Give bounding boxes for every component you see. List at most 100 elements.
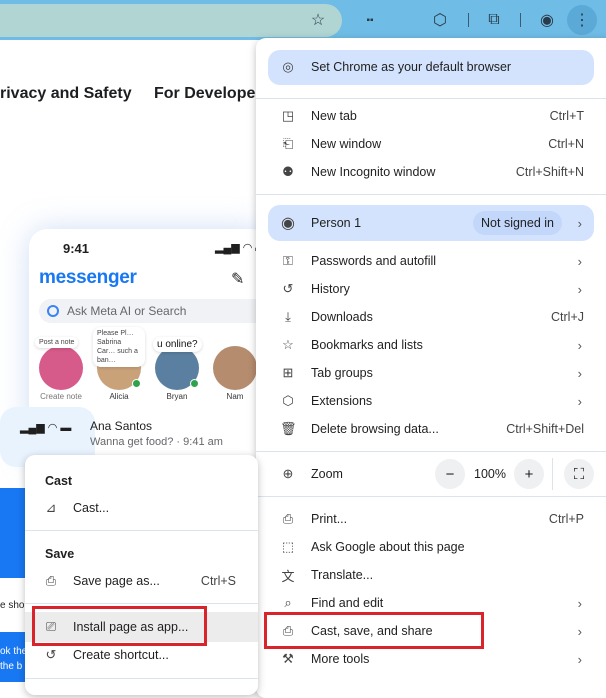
menu-item-label: Delete browsing data... bbox=[311, 422, 439, 436]
online-dot bbox=[190, 379, 199, 388]
default-browser-label: Set Chrome as your default browser bbox=[311, 60, 512, 74]
divider bbox=[552, 458, 553, 490]
menu-item-new-incognito-window[interactable]: ⚉ New Incognito window Ctrl+Shift+N bbox=[256, 158, 606, 186]
divider bbox=[256, 98, 606, 99]
nav-developers[interactable]: For Developer bbox=[154, 85, 262, 103]
cast-header: Cast bbox=[45, 474, 73, 488]
menu-item-more-tools[interactable]: ⚒ More tools › bbox=[256, 645, 606, 673]
create-shortcut-label: Create shortcut... bbox=[73, 648, 169, 662]
note-bubble: u online? bbox=[153, 337, 202, 352]
menu-item-history[interactable]: ↺ History › bbox=[256, 275, 606, 303]
menu-item-translate[interactable]: 文 Translate... bbox=[256, 561, 606, 589]
new-window-icon: ⎗ bbox=[282, 136, 294, 151]
menu-item-label: Passwords and autofill bbox=[311, 254, 437, 268]
zoom-in-button[interactable]: + bbox=[514, 459, 544, 489]
save-header: Save bbox=[45, 547, 75, 561]
chevron-right-icon: › bbox=[577, 393, 582, 409]
chevron-right-icon: › bbox=[577, 281, 582, 297]
search-placeholder: Ask Meta AI or Search bbox=[67, 304, 187, 318]
contact-name: Create note bbox=[40, 392, 82, 401]
fullscreen-button[interactable]: ⛶ bbox=[564, 459, 594, 489]
profile-row: ◉ Person 1 Not signed in › bbox=[256, 209, 606, 237]
print-icon: ⎙ bbox=[282, 511, 294, 526]
more-tools-icon: ⚒ bbox=[282, 651, 294, 666]
chevron-right-icon: › bbox=[577, 623, 582, 639]
cast-save-share-submenu: Cast ⊿ Cast... Save ⎙ Save page as... Ctrl+… bbox=[25, 455, 258, 695]
audio-wave-tile bbox=[0, 488, 26, 578]
zoom-out-button[interactable]: − bbox=[435, 459, 465, 489]
person-label: Person 1 bbox=[311, 216, 362, 230]
highlight-box-cast-save-share bbox=[264, 612, 484, 649]
note-bubble: Post a note bbox=[35, 337, 79, 348]
page-text: ok the bbox=[0, 646, 28, 657]
cast-item[interactable]: ⊿ Cast... bbox=[25, 494, 258, 522]
menu-item-delete-browsing-data[interactable]: 🗑 Delete browsing data... Ctrl+Shift+Del bbox=[256, 415, 606, 443]
extensions-icon[interactable]: ⬡ bbox=[428, 8, 452, 32]
phone-time: 9:41 bbox=[63, 241, 90, 256]
shortcut: Ctrl+Shift+Del bbox=[506, 422, 584, 436]
chevron-right-icon: › bbox=[577, 595, 582, 611]
sign-in-status: Not signed in bbox=[473, 211, 562, 235]
more-icon[interactable]: ⋮ bbox=[567, 5, 597, 35]
default-browser-row: ◎ Set Chrome as your default browser bbox=[256, 53, 606, 81]
divider bbox=[256, 194, 606, 195]
menu-item-downloads[interactable]: ⤓ Downloads Ctrl+J bbox=[256, 303, 606, 331]
menu-item-extensions[interactable]: ⬡ Extensions › bbox=[256, 387, 606, 415]
compose-icon: ✎ bbox=[231, 271, 245, 288]
menu-item-label: Tab groups bbox=[311, 366, 373, 380]
delete-browsing-data-icon: 🗑 bbox=[280, 421, 297, 436]
page-text: e sho bbox=[0, 600, 25, 611]
divider bbox=[25, 678, 258, 679]
menu-item-print[interactable]: ⎙ Print... Ctrl+P bbox=[256, 505, 606, 533]
bookmarks-and-lists-icon: ☆ bbox=[282, 337, 294, 352]
divider bbox=[256, 451, 606, 452]
chat-item: Ana Santos Wanna get food? · 9:41 am bbox=[90, 419, 223, 448]
meta-search: Ask Meta AI or Search bbox=[39, 299, 269, 323]
translate-icon: 文 bbox=[281, 568, 295, 584]
toolbar-divider bbox=[468, 13, 469, 27]
divider bbox=[25, 530, 258, 531]
chat-preview: Wanna get food? · 9:41 am bbox=[90, 436, 223, 448]
reading-list-icon[interactable]: ⧉ bbox=[482, 8, 506, 32]
save-page-item[interactable]: ⎙ Save page as... Ctrl+S bbox=[25, 567, 258, 595]
meta-ai-icon bbox=[47, 305, 59, 317]
nav-privacy[interactable]: rivacy and Safety bbox=[0, 85, 132, 103]
chevron-right-icon: › bbox=[577, 365, 582, 381]
contact-name: Bryan bbox=[166, 392, 188, 401]
shortcut: Ctrl+T bbox=[549, 109, 584, 123]
menu-item-label: Translate... bbox=[311, 568, 374, 582]
downloads-icon: ⤓ bbox=[285, 309, 291, 324]
address-bar[interactable] bbox=[0, 4, 342, 37]
highlight-box-install-app bbox=[32, 606, 207, 646]
menu-item-passwords-and-autofill[interactable]: ⚿ Passwords and autofill › bbox=[256, 247, 606, 275]
menu-item-bookmarks-and-lists[interactable]: ☆ Bookmarks and lists › bbox=[256, 331, 606, 359]
save-page-label: Save page as... bbox=[73, 574, 160, 588]
shortcut: Ctrl+S bbox=[200, 574, 236, 588]
profile-icon[interactable]: ◉ bbox=[535, 8, 559, 32]
menu-item-label: Ask Google about this page bbox=[311, 540, 465, 554]
status-icons: ▂▄▆ ◠ ▬ bbox=[20, 422, 72, 434]
star-icon[interactable]: ☆ bbox=[306, 8, 330, 32]
menu-item-tab-groups[interactable]: ⊞ Tab groups › bbox=[256, 359, 606, 387]
zoom-icon: ⊕ bbox=[282, 466, 294, 481]
chat-name: Ana Santos bbox=[90, 419, 153, 433]
menu-item-label: History bbox=[311, 282, 350, 296]
menu-item-label: Find and edit bbox=[311, 596, 384, 610]
menu-item-new-tab[interactable]: ◳ New tab Ctrl+T bbox=[256, 102, 606, 130]
zoom-label: Zoom bbox=[311, 467, 343, 481]
new-tab-icon: ◳ bbox=[281, 108, 295, 123]
online-dot bbox=[132, 379, 141, 388]
menu-item-new-window[interactable]: ⎗ New window Ctrl+N bbox=[256, 130, 606, 158]
chrome-menu: ◎ Set Chrome as your default browser ◉ Per… bbox=[256, 38, 606, 698]
menu-item-ask-google-about-this-page[interactable]: ⬚ Ask Google about this page bbox=[256, 533, 606, 561]
menu-item-label: New window bbox=[311, 137, 382, 151]
cast-icon: ⊿ bbox=[45, 500, 57, 515]
tab-groups-icon: ⊞ bbox=[282, 365, 294, 380]
page-text: the b bbox=[0, 661, 23, 672]
tab-search-icon[interactable]: ▪▪ bbox=[358, 8, 382, 32]
cast-label: Cast... bbox=[73, 501, 110, 515]
chevron-right-icon: › bbox=[577, 253, 582, 269]
chevron-right-icon: › bbox=[577, 651, 582, 667]
avatar bbox=[213, 346, 257, 390]
toolbar-divider bbox=[520, 13, 521, 27]
